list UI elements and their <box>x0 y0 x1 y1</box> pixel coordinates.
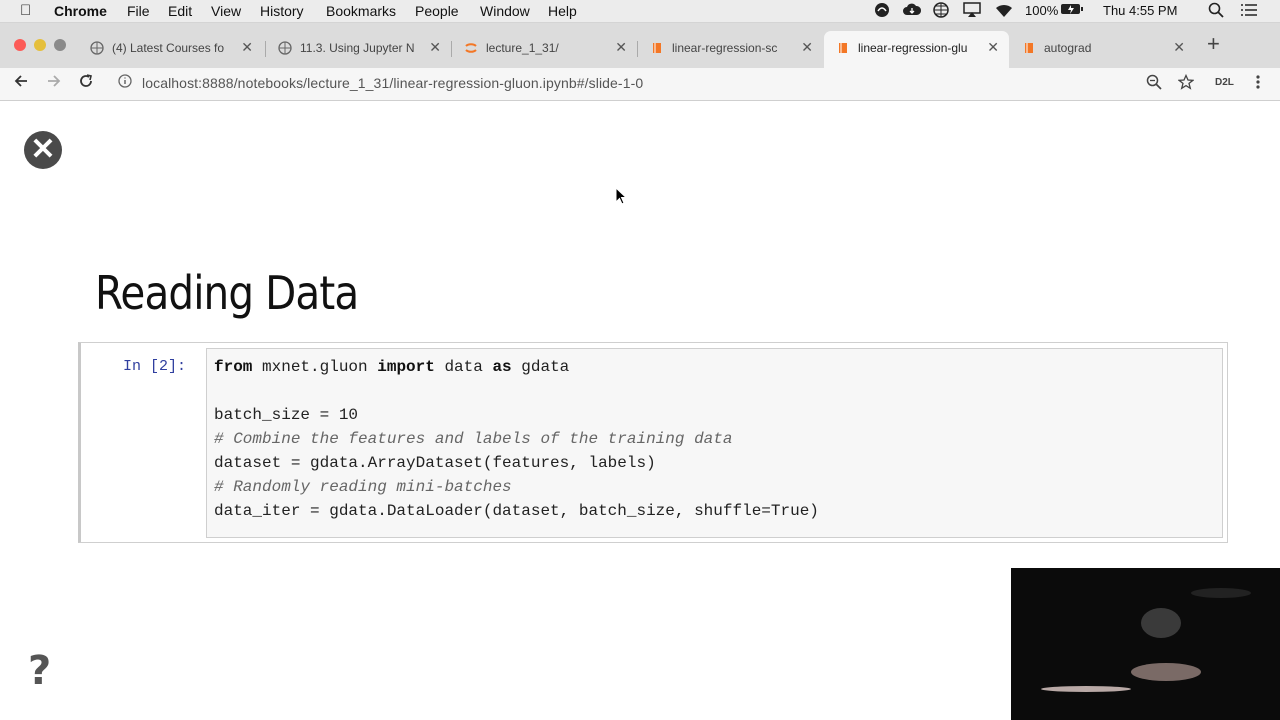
tab-using-jupyter[interactable]: 11.3. Using Jupyter N ✕ <box>266 33 451 65</box>
list-icon[interactable] <box>1240 2 1258 21</box>
globe-icon <box>278 41 292 55</box>
code-line[interactable]: dataset = gdata.ArrayDataset(features, l… <box>214 454 656 478</box>
code-token: # Combine the features and labels of the… <box>214 430 733 448</box>
airplay-icon[interactable] <box>963 2 981 21</box>
tab-strip: (4) Latest Courses fo ✕ 11.3. Using Jupy… <box>0 23 1280 68</box>
code-token: data_iter = gdata.DataLoader(dataset, ba… <box>214 502 819 520</box>
code-token: mxnet.gluon <box>252 358 378 376</box>
cloud-icon[interactable] <box>902 2 922 21</box>
close-slideshow-icon[interactable]: ✕ <box>24 131 62 169</box>
d2l-extension-button[interactable]: D2L <box>1215 77 1234 88</box>
forward-button[interactable] <box>46 73 62 94</box>
close-tab-icon[interactable]: ✕ <box>241 39 253 56</box>
webcam-figure <box>1131 663 1201 681</box>
mouse-cursor-icon <box>615 187 627 205</box>
book-icon <box>839 43 847 53</box>
zoom-icon[interactable] <box>1146 74 1162 94</box>
code-token: # Randomly reading mini-batches <box>214 478 512 496</box>
menu-window[interactable]: Window <box>480 3 530 19</box>
code-token: from <box>214 358 253 376</box>
code-token: dataset = gdata.ArrayDataset(features, l… <box>214 454 656 472</box>
menu-bookmarks[interactable]: Bookmarks <box>326 3 396 19</box>
new-tab-button[interactable]: + <box>1207 31 1220 57</box>
close-tab-icon[interactable]: ✕ <box>429 39 441 56</box>
reload-button[interactable] <box>78 73 94 94</box>
tab-title: linear-regression-sc <box>672 41 778 55</box>
tab-title: autograd <box>1044 41 1092 55</box>
wifi-icon[interactable] <box>995 2 1013 21</box>
close-window-button[interactable] <box>14 39 26 51</box>
search-icon[interactable] <box>1208 2 1224 21</box>
apple-logo-icon[interactable]:  <box>20 2 31 19</box>
code-line[interactable]: data_iter = gdata.DataLoader(dataset, ba… <box>214 502 819 526</box>
tab-latest-courses[interactable]: (4) Latest Courses fo ✕ <box>78 33 263 65</box>
close-tab-icon[interactable]: ✕ <box>987 39 999 56</box>
tab-lecture-folder[interactable]: lecture_1_31/ ✕ <box>452 33 637 65</box>
menu-people[interactable]: People <box>415 3 459 19</box>
app-menu-chrome[interactable]: Chrome <box>54 3 107 19</box>
menu-help[interactable]: Help <box>548 3 577 19</box>
back-button[interactable] <box>13 73 29 94</box>
creative-cloud-icon[interactable] <box>874 2 890 21</box>
menu-kebab-icon[interactable] <box>1256 74 1260 94</box>
tab-autograd[interactable]: autograd ✕ <box>1010 33 1195 65</box>
slide-heading: Reading Data <box>95 266 359 320</box>
zoom-window-button[interactable] <box>54 39 66 51</box>
code-token: import <box>377 358 435 376</box>
globe-icon <box>90 41 104 55</box>
tab-linear-regression-scratch[interactable]: linear-regression-sc ✕ <box>638 33 823 65</box>
tab-title: 11.3. Using Jupyter N <box>300 41 415 55</box>
menu-view[interactable]: View <box>211 3 241 19</box>
menu-edit[interactable]: Edit <box>168 3 192 19</box>
tab-title: lecture_1_31/ <box>486 41 559 55</box>
tab-title: linear-regression-glu <box>858 41 968 55</box>
book-icon <box>1025 43 1033 53</box>
webcam-figure <box>1191 588 1251 598</box>
jupyter-icon <box>465 43 477 53</box>
globe-icon[interactable] <box>933 2 949 21</box>
battery-percentage: 100% <box>1025 3 1059 18</box>
code-token: batch_size = 10 <box>214 406 359 424</box>
book-icon <box>653 43 661 53</box>
close-tab-icon[interactable]: ✕ <box>615 39 627 56</box>
tab-linear-regression-gluon[interactable]: linear-regression-glu ✕ <box>824 31 1009 68</box>
code-line[interactable]: from mxnet.gluon import data as gdata <box>214 358 569 382</box>
site-info-icon[interactable] <box>118 74 132 91</box>
browser-toolbar: localhost:8888/notebooks/lecture_1_31/li… <box>0 68 1280 101</box>
code-token: data <box>434 358 493 376</box>
menu-file[interactable]: File <box>127 3 150 19</box>
battery-icon[interactable] <box>1060 2 1084 19</box>
code-line[interactable]: batch_size = 10 <box>214 406 358 430</box>
help-icon[interactable]: ? <box>28 648 51 694</box>
code-token: as <box>492 358 512 376</box>
close-tab-icon[interactable]: ✕ <box>1173 39 1185 56</box>
webcam-overlay <box>1011 568 1280 720</box>
menu-history[interactable]: History <box>260 3 304 19</box>
webcam-figure <box>1141 608 1181 638</box>
code-line[interactable]: # Combine the features and labels of the… <box>214 430 732 454</box>
bookmark-star-icon[interactable] <box>1177 73 1195 94</box>
url-text[interactable]: localhost:8888/notebooks/lecture_1_31/li… <box>142 75 643 91</box>
minimize-window-button[interactable] <box>34 39 46 51</box>
close-tab-icon[interactable]: ✕ <box>801 39 813 56</box>
code-line[interactable]: # Randomly reading mini-batches <box>214 478 512 502</box>
webcam-figure <box>1041 686 1131 692</box>
address-bar[interactable]: localhost:8888/notebooks/lecture_1_31/li… <box>108 69 1208 97</box>
input-prompt: In [2]: <box>123 358 187 375</box>
tab-title: (4) Latest Courses fo <box>112 41 225 55</box>
clock[interactable]: Thu 4:55 PM <box>1103 3 1177 18</box>
menu-bar:  Chrome File Edit View History Bookmark… <box>0 0 1280 23</box>
code-token: gdata <box>511 358 570 376</box>
